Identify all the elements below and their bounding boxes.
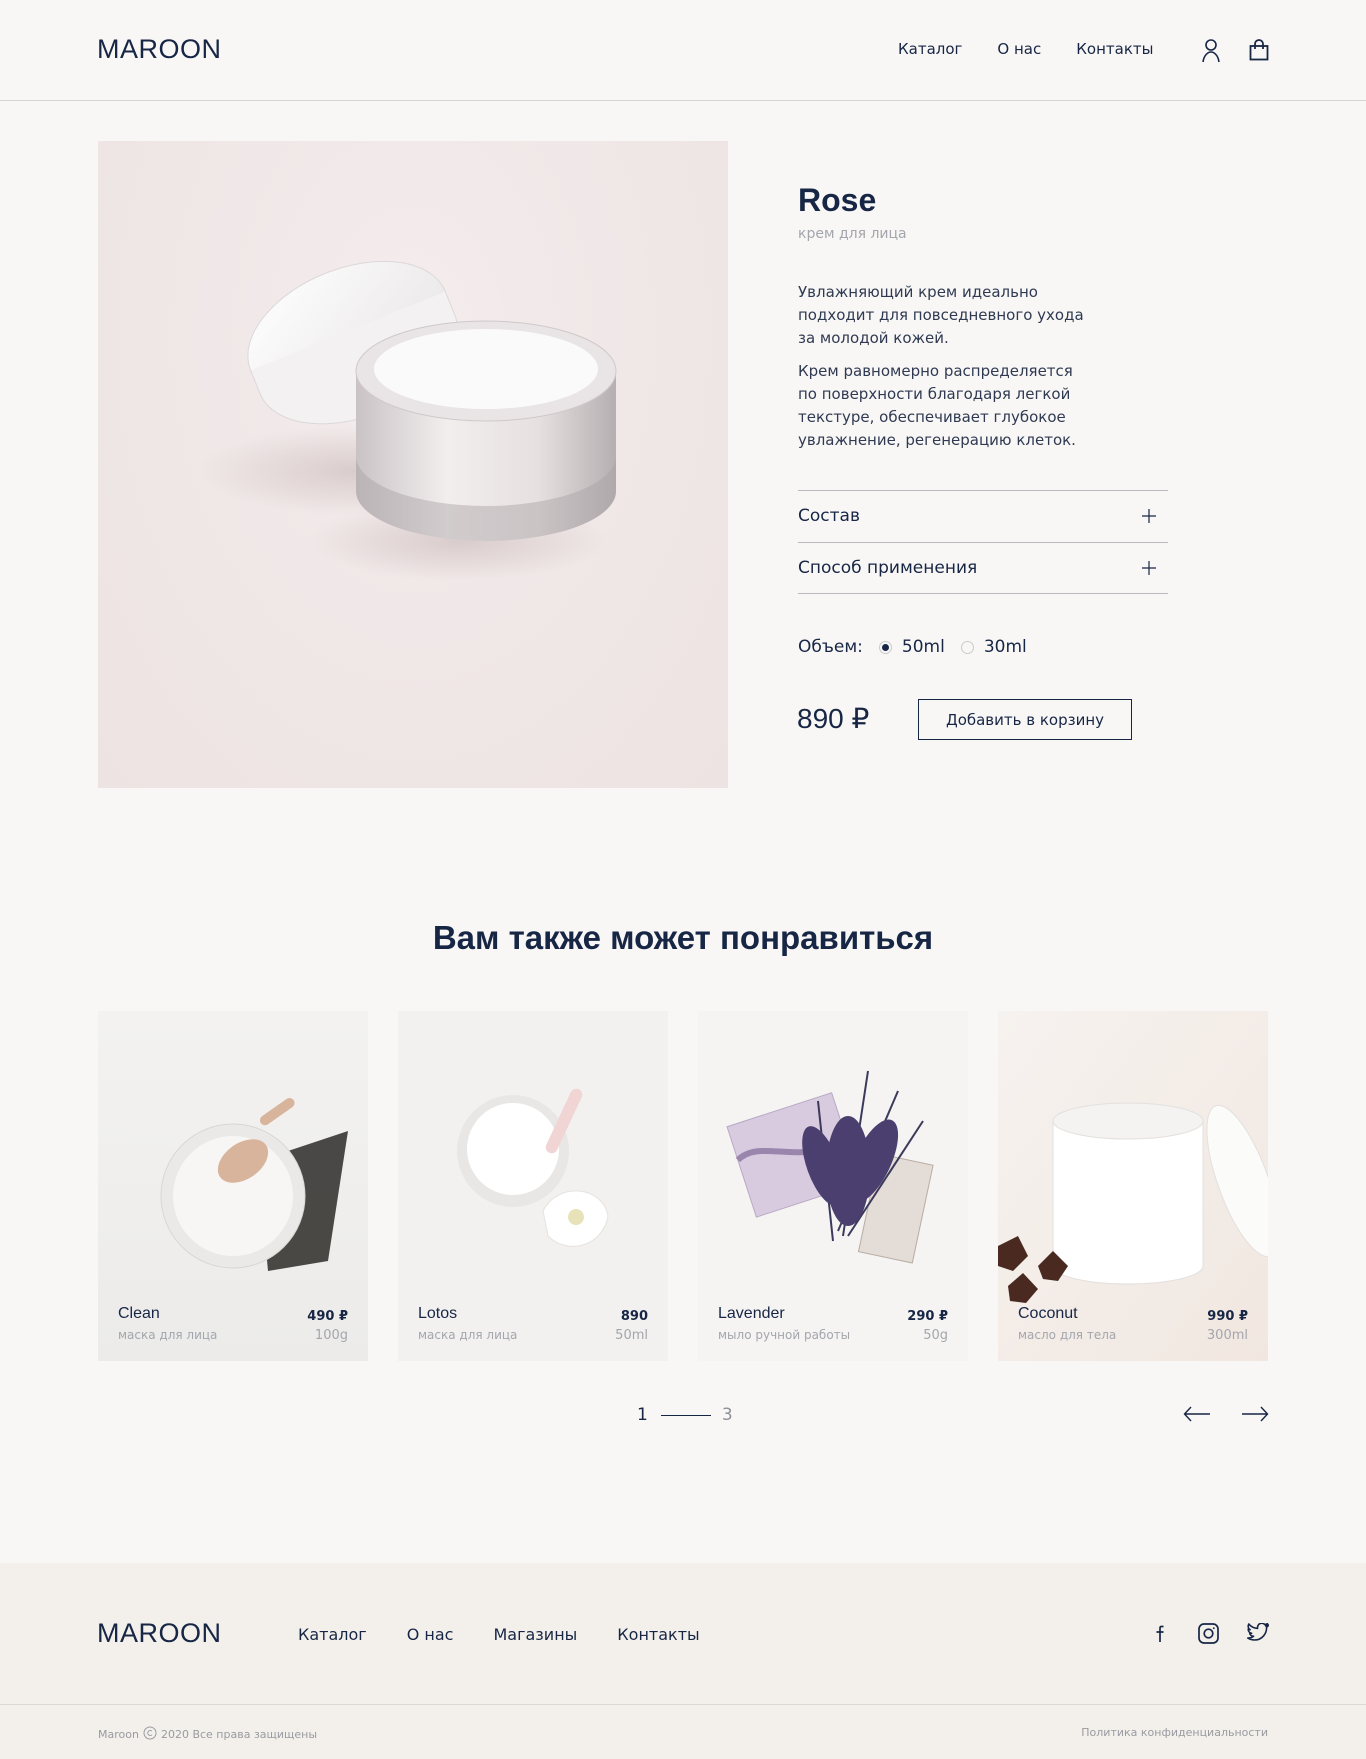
product-card-coconut[interactable]: Coconut масло для тела 990 ₽ 300ml bbox=[998, 1011, 1268, 1361]
accordion-usage[interactable]: Способ применения bbox=[798, 542, 1168, 594]
card-price: 490 ₽ bbox=[307, 1309, 348, 1324]
card-name: Lotos bbox=[418, 1305, 458, 1322]
radio-unselected[interactable] bbox=[960, 640, 974, 654]
radio-selected[interactable] bbox=[878, 640, 892, 654]
privacy-policy-link[interactable]: Политика конфиденциальности bbox=[1081, 1726, 1268, 1739]
copyright: Maroon 2020 Все права защищены bbox=[98, 1726, 317, 1743]
volume-option-label: 30ml bbox=[983, 637, 1027, 657]
description-paragraph: Увлажняющий крем идеально подходит для п… bbox=[798, 283, 1084, 347]
next-arrow-icon[interactable] bbox=[1241, 1406, 1269, 1425]
logo[interactable]: MAROON bbox=[97, 34, 222, 65]
copyright-text: 2020 Все права защищены bbox=[160, 1728, 318, 1741]
copyright-icon bbox=[143, 1726, 157, 1743]
product-card-lotos[interactable]: Lotos маска для лица 890 50ml bbox=[398, 1011, 668, 1361]
card-name: Coconut bbox=[1018, 1305, 1078, 1322]
card-name: Lavender bbox=[718, 1305, 785, 1322]
volume-option-50ml[interactable]: 50ml bbox=[878, 637, 945, 657]
shopping-bag-icon[interactable] bbox=[1249, 39, 1269, 65]
card-type: маска для лица bbox=[418, 1328, 518, 1342]
footer-nav-about[interactable]: О нас bbox=[407, 1625, 454, 1644]
product-subtitle: крем для лица bbox=[798, 226, 907, 242]
pager-current: 1 bbox=[637, 1405, 648, 1425]
main-nav: Каталог О нас Контакты bbox=[898, 40, 1153, 58]
site-header: MAROON Каталог О нас Контакты bbox=[0, 0, 1366, 101]
footer-nav-stores[interactable]: Магазины bbox=[493, 1625, 577, 1644]
volume-option-label: 50ml bbox=[901, 637, 945, 657]
footer-nav: Каталог О нас Магазины Контакты bbox=[298, 1625, 700, 1644]
accordion-label: Состав bbox=[798, 506, 860, 526]
site-footer: MAROON Каталог О нас Магазины Контакты M… bbox=[0, 1563, 1366, 1759]
user-icon[interactable] bbox=[1202, 39, 1220, 67]
card-size: 50g bbox=[923, 1328, 948, 1343]
footer-divider bbox=[0, 1704, 1366, 1705]
accordion-composition[interactable]: Состав bbox=[798, 490, 1168, 542]
product-price: 890 ₽ bbox=[797, 703, 870, 734]
twitter-icon[interactable] bbox=[1247, 1622, 1270, 1646]
product-card-lavender[interactable]: Lavender мыло ручной работы 290 ₽ 50g bbox=[698, 1011, 968, 1361]
nav-about[interactable]: О нас bbox=[997, 40, 1041, 58]
accordion-label: Способ применения bbox=[798, 558, 978, 578]
product-description: Увлажняющий крем идеально подходит для п… bbox=[798, 281, 1088, 452]
facebook-icon[interactable] bbox=[1155, 1623, 1165, 1647]
description-paragraph: Крем равномерно распределяется по поверх… bbox=[798, 362, 1076, 449]
product-title: Rose bbox=[798, 182, 877, 218]
nav-catalog[interactable]: Каталог bbox=[898, 40, 962, 58]
card-price: 890 bbox=[620, 1309, 648, 1324]
card-type: мыло ручной работы bbox=[718, 1328, 851, 1342]
card-price: 990 ₽ bbox=[1207, 1309, 1248, 1324]
card-size: 300ml bbox=[1206, 1328, 1248, 1343]
plus-icon[interactable] bbox=[1142, 560, 1156, 579]
pager-total: 3 bbox=[721, 1405, 733, 1425]
section-title: Вам также может понравиться bbox=[432, 919, 934, 956]
volume-selector: Объем: 50ml 30ml bbox=[798, 637, 1027, 657]
carousel-pager: 1 3 bbox=[637, 1405, 733, 1425]
prev-arrow-icon[interactable] bbox=[1183, 1406, 1211, 1425]
card-size: 50ml bbox=[615, 1328, 648, 1343]
card-type: маска для лица bbox=[118, 1328, 218, 1342]
footer-logo[interactable]: MAROON bbox=[97, 1618, 222, 1649]
footer-nav-catalog[interactable]: Каталог bbox=[298, 1625, 367, 1644]
card-size: 100g bbox=[314, 1328, 348, 1343]
nav-contacts[interactable]: Контакты bbox=[1076, 40, 1153, 58]
footer-nav-contacts[interactable]: Контакты bbox=[617, 1625, 699, 1644]
volume-label: Объем: bbox=[798, 637, 863, 657]
card-price: 290 ₽ bbox=[907, 1309, 948, 1324]
product-image bbox=[98, 141, 728, 788]
plus-icon[interactable] bbox=[1142, 508, 1156, 527]
volume-option-30ml[interactable]: 30ml bbox=[960, 637, 1027, 657]
add-to-cart-button[interactable]: Добавить в корзину bbox=[918, 699, 1132, 740]
card-name: Clean bbox=[118, 1305, 160, 1322]
pager-line bbox=[660, 1414, 711, 1416]
instagram-icon[interactable] bbox=[1198, 1623, 1219, 1648]
card-type: масло для тела bbox=[1018, 1328, 1117, 1342]
product-card-clean[interactable]: Clean маска для лица 490 ₽ 100g bbox=[98, 1011, 368, 1361]
copyright-brand: Maroon bbox=[98, 1728, 139, 1741]
